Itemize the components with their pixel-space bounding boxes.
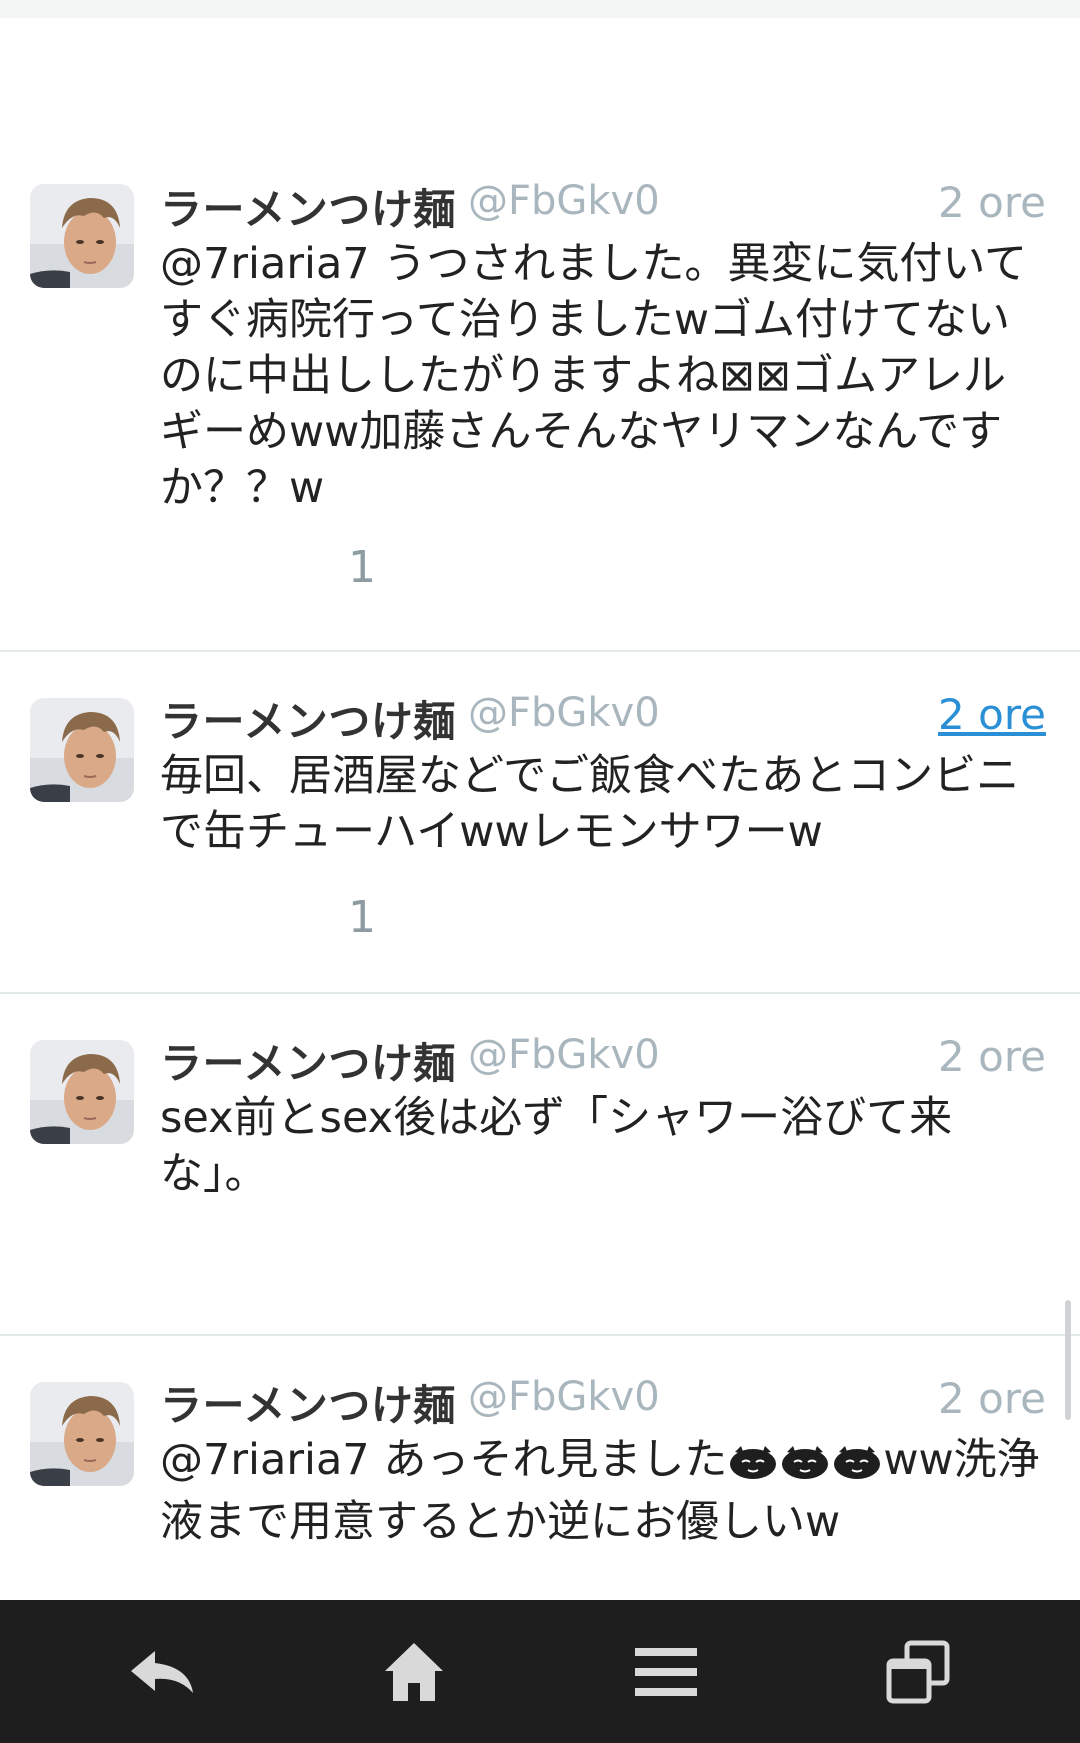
tweet-text: @7riaria7 あっそれ見ました ww洗浄液まで用意するとか逆にお優しいw bbox=[160, 1432, 1040, 1550]
menu-icon bbox=[635, 1647, 697, 1696]
tweet-timestamp-link[interactable]: 2 ore bbox=[938, 690, 1046, 739]
avatar[interactable] bbox=[30, 698, 134, 802]
tweet-card[interactable]: ラーメンつけ麺 @FbGkv0 2 ore @7riaria7 あっそれ見ました… bbox=[0, 1334, 1080, 1600]
tweet-card[interactable]: ラーメンつけ麺 @FbGkv0 2 ore 毎回、居酒屋などでご飯食べたあとコン… bbox=[0, 650, 1080, 992]
home-button[interactable] bbox=[279, 1600, 549, 1743]
avatar[interactable] bbox=[30, 1040, 134, 1144]
tweet-timestamp[interactable]: 2 ore bbox=[938, 1032, 1046, 1081]
scrollbar[interactable] bbox=[1065, 1300, 1071, 1420]
avatar[interactable] bbox=[30, 1382, 134, 1486]
author-handle[interactable]: @FbGkv0 bbox=[468, 1374, 660, 1420]
tweet-card[interactable]: ラーメンつけ麺 @FbGkv0 2 ore sex前とsex後は必ず「シャワー浴… bbox=[0, 992, 1080, 1334]
tweet-timestamp[interactable]: 2 ore bbox=[938, 1374, 1046, 1423]
home-icon bbox=[385, 1642, 443, 1701]
face-emoji-icon bbox=[782, 1446, 829, 1479]
status-bar-strip bbox=[0, 0, 1080, 18]
emoji-group bbox=[727, 1438, 883, 1494]
tweet-card[interactable]: ラーメンつけ麺 @FbGkv0 2 ore @7riaria7 うつされました。… bbox=[0, 152, 1080, 650]
author-name[interactable]: ラーメンつけ麺 bbox=[160, 1030, 456, 1091]
face-emoji-icon bbox=[834, 1446, 881, 1479]
face-emoji-icon bbox=[730, 1446, 777, 1479]
back-icon bbox=[131, 1650, 193, 1693]
back-button[interactable] bbox=[27, 1600, 297, 1743]
tweet-feed[interactable]: ラーメンつけ麺 @FbGkv0 2 ore @7riaria7 うつされました。… bbox=[0, 152, 1080, 1600]
tweet-text: 毎回、居酒屋などでご飯食べたあとコンビニで缶チューハイwwレモンサワーw bbox=[160, 751, 1020, 857]
tweet-text: @7riaria7 うつされました。異変に気付いてすぐ病院行って治りましたwゴム… bbox=[160, 239, 1028, 513]
tweet-text-part: @7riaria7 あっそれ見ました bbox=[160, 1435, 728, 1485]
author-name[interactable]: ラーメンつけ麺 bbox=[160, 1372, 456, 1433]
tweet-timestamp[interactable]: 2 ore bbox=[938, 178, 1046, 227]
recent-apps-button[interactable] bbox=[783, 1600, 1053, 1743]
retweet-count[interactable]: 1 bbox=[348, 892, 376, 943]
author-handle[interactable]: @FbGkv0 bbox=[468, 1032, 660, 1078]
screen: ラーメンつけ麺 @FbGkv0 2 ore @7riaria7 うつされました。… bbox=[0, 0, 1080, 1743]
menu-button[interactable] bbox=[531, 1600, 801, 1743]
author-handle[interactable]: @FbGkv0 bbox=[468, 178, 660, 224]
author-name[interactable]: ラーメンつけ麺 bbox=[160, 688, 456, 749]
author-name[interactable]: ラーメンつけ麺 bbox=[160, 176, 456, 237]
author-handle[interactable]: @FbGkv0 bbox=[468, 690, 660, 736]
recent-apps-icon bbox=[886, 1640, 950, 1703]
system-navigation-bar bbox=[0, 1600, 1080, 1743]
retweet-count[interactable]: 1 bbox=[348, 542, 376, 593]
avatar[interactable] bbox=[30, 184, 134, 288]
tweet-text: sex前とsex後は必ず「シャワー浴びて来な」。 bbox=[160, 1093, 953, 1199]
